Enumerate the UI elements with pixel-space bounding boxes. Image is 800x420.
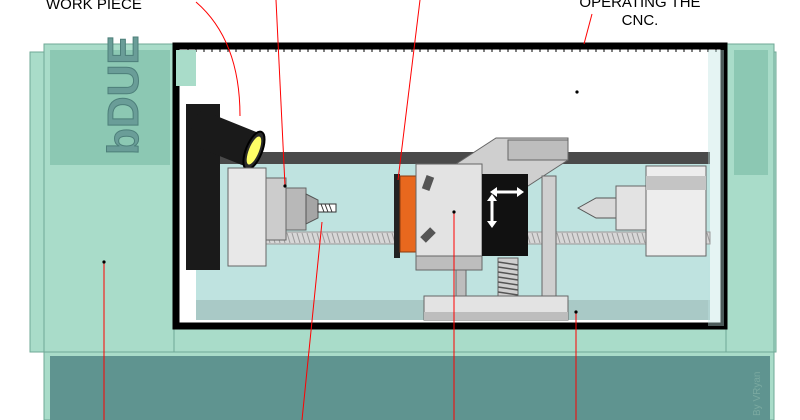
machine-base-panel xyxy=(43,351,775,420)
saddle-base xyxy=(423,295,569,321)
label-operating-line1: OPERATING THE xyxy=(579,0,701,11)
logo-text: bDUE xyxy=(99,35,148,155)
credit-text: By VRyan xyxy=(752,371,763,416)
label-work-piece: WORK PIECE xyxy=(46,0,142,13)
label-operating-line2: CNC. xyxy=(621,12,659,29)
cnc-lathe-diagram: bDUE xyxy=(29,0,777,420)
brand-logo: bDUE xyxy=(99,35,149,156)
drill-bit xyxy=(317,203,337,213)
